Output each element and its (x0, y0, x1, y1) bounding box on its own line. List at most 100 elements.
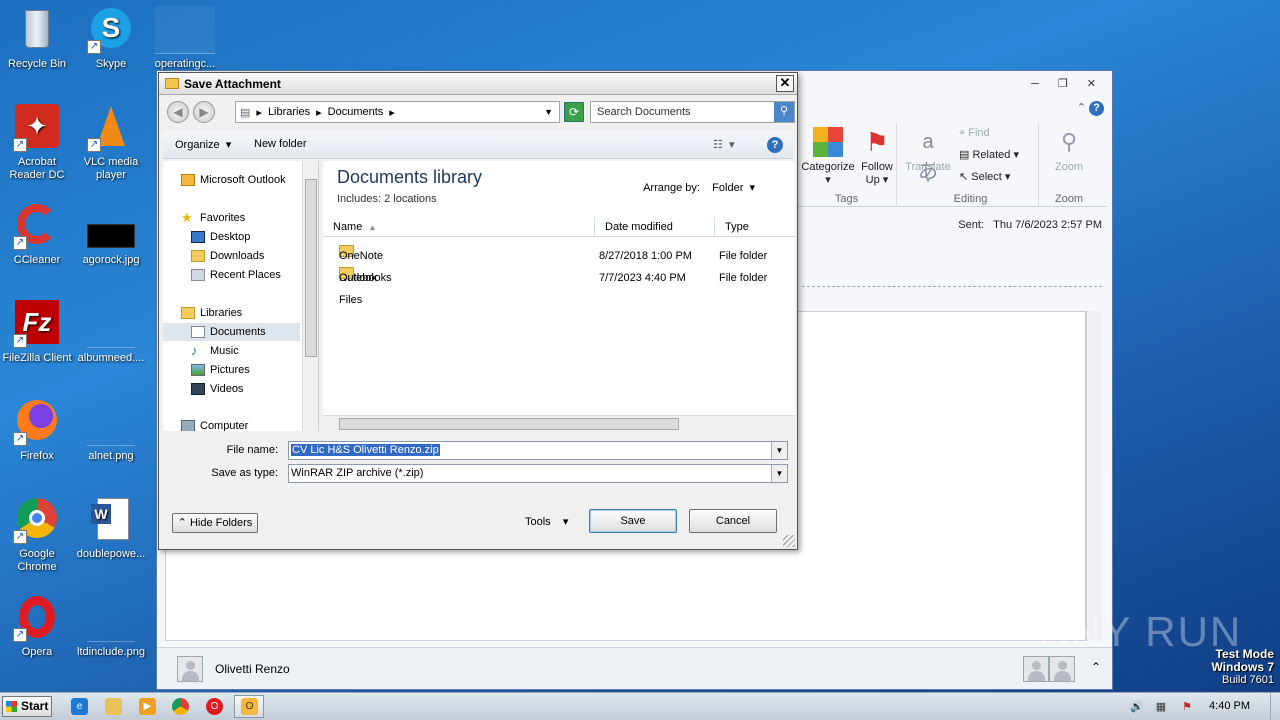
nav-videos[interactable]: Videos (191, 380, 300, 398)
chevron-down-icon[interactable]: ▼ (771, 442, 787, 459)
desktop-icon-agorock[interactable]: agorock.jpg (74, 202, 148, 267)
avatar (1023, 656, 1049, 682)
save-type-select[interactable]: WinRAR ZIP archive (*.zip) ▼ (288, 464, 788, 483)
ribbon-collapse-icon[interactable]: ⌃ ? (1077, 101, 1104, 116)
translate-button[interactable]: aあ Translate ▾ (903, 127, 953, 187)
nav-computer[interactable]: Computer (181, 417, 300, 431)
media-player-icon[interactable]: ▶ (139, 698, 156, 715)
message-scrollbar[interactable] (1086, 311, 1102, 641)
view-options-icon[interactable]: ☷ ▾ (713, 138, 735, 151)
people-pane: Olivetti Renzo ⌃ (157, 647, 1112, 689)
find-button[interactable]: ⌖ Find (959, 127, 990, 140)
library-subtitle[interactable]: Includes: 2 locations (337, 193, 437, 205)
address-bar[interactable]: ▤ ▸ Libraries ▸ Documents ▸ ▼ (235, 101, 560, 123)
desktop-icon-vlc[interactable]: ↗ VLC media player (74, 104, 148, 182)
table-row[interactable]: Outlook Files 7/7/2023 4:40 PM File fold… (323, 267, 795, 306)
follow-up-button[interactable]: ⚑ Follow Up ▾ (857, 127, 897, 187)
file-list-pane[interactable]: Documents library Includes: 2 locations … (323, 161, 795, 431)
zoom-button[interactable]: ⚲ Zoom (1043, 127, 1095, 174)
navigation-pane[interactable]: Microsoft Outlook ★ Favorites Desktop Dow… (163, 161, 319, 431)
help-icon[interactable]: ? (767, 137, 783, 153)
tools-menu[interactable]: Tools ▾ (525, 515, 568, 528)
dialog-title: Save Attachment (184, 76, 281, 91)
nav-music[interactable]: ♪ Music (191, 342, 300, 360)
column-date-modified[interactable]: Date modified (595, 217, 715, 237)
arrange-by[interactable]: Arrange by: Folder ▾ (643, 181, 755, 194)
desktop-icon-albumneed[interactable]: albumneed.... (74, 300, 148, 365)
recycle-bin-icon (13, 6, 61, 54)
chevron-down-icon[interactable]: ▼ (771, 465, 787, 482)
desktop-icon-alnet[interactable]: alnet.png (74, 398, 148, 463)
desktop-icon-acrobat[interactable]: ✦ ↗ Acrobat Reader DC (0, 104, 74, 182)
chrome-icon: ↗ (13, 496, 61, 544)
address-dropdown-icon[interactable]: ▼ (544, 107, 553, 117)
column-type[interactable]: Type (715, 217, 795, 237)
file-name-input[interactable]: CV Lic H&S Olivetti Renzo.zip ▼ (288, 441, 788, 460)
resize-grip[interactable] (783, 535, 795, 547)
refresh-button[interactable]: ⟳ (564, 102, 584, 122)
nav-pictures[interactable]: Pictures (191, 361, 300, 379)
new-folder-button[interactable]: New folder (254, 138, 307, 150)
envelope-icon (165, 78, 179, 89)
nav-desktop[interactable]: Desktop (191, 228, 300, 246)
desktop-icon-operatingc[interactable]: operatingc... (148, 6, 222, 71)
flag-icon[interactable]: ⚑ (1180, 700, 1194, 714)
opera-icon[interactable]: O (206, 698, 223, 715)
clock[interactable]: 4:40 PM (1209, 700, 1250, 712)
table-row[interactable]: OneNote Notebooks 8/27/2018 1:00 PM File… (323, 245, 795, 284)
arrange-by-value[interactable]: Folder (712, 182, 743, 194)
show-desktop-button[interactable] (1270, 693, 1280, 720)
desktop-icon-firefox[interactable]: ↗ Firefox (0, 398, 74, 463)
search-input[interactable]: Search Documents ⚲ (590, 101, 795, 123)
nav-scrollbar[interactable] (302, 161, 318, 431)
desktop-icon-ltdinclude[interactable]: ltdinclude.png (74, 594, 148, 659)
close-button[interactable]: ✕ (776, 75, 794, 92)
nav-downloads[interactable]: Downloads (191, 247, 300, 265)
desktop-icon-chrome[interactable]: ↗ Google Chrome (0, 496, 74, 574)
organize-button[interactable]: Organize ▾ (175, 138, 231, 151)
desktop-icon-recycle-bin[interactable]: Recycle Bin (0, 6, 74, 71)
file-name-label: File name: (226, 444, 278, 456)
nav-recent-places[interactable]: Recent Places (191, 266, 300, 284)
horizontal-scrollbar[interactable] (323, 415, 795, 431)
search-icon[interactable]: ⚲ (774, 102, 794, 122)
nav-documents[interactable]: Documents (163, 323, 300, 341)
network-icon[interactable]: ▦ (1154, 700, 1168, 714)
avatar (177, 656, 203, 682)
taskbar-outlook-button[interactable]: O (234, 695, 264, 718)
column-headers: Name ▲ Date modified Type (323, 217, 795, 237)
start-button[interactable]: Start (2, 696, 52, 717)
save-attachment-dialog[interactable]: Save Attachment ✕ ◀ ▶ ▤ ▸ Libraries ▸ Do… (158, 72, 798, 550)
column-name[interactable]: Name ▲ (323, 217, 595, 237)
nav-favorites[interactable]: ★ Favorites (181, 209, 300, 227)
ie-icon[interactable]: e (71, 698, 88, 715)
help-icon[interactable]: ? (1089, 101, 1104, 116)
select-button[interactable]: ↖ Select ▾ (959, 171, 1010, 184)
desktop-icon-skype[interactable]: S ↗ Skype (74, 6, 148, 71)
related-button[interactable]: ▤ Related ▾ (959, 149, 1019, 162)
chrome-icon[interactable] (172, 698, 189, 715)
desktop-icon-filezilla[interactable]: Fz ↗ FileZilla Client (0, 300, 74, 365)
explorer-icon[interactable] (105, 698, 122, 715)
desktop-icon-doublepowe[interactable]: W doublepowe... (74, 496, 148, 561)
nav-libraries[interactable]: Libraries (181, 304, 300, 322)
back-button[interactable]: ◀ (167, 101, 189, 123)
breadcrumb-libraries[interactable]: Libraries (268, 106, 310, 118)
hide-folders-button[interactable]: ⌃ Hide Folders (172, 513, 258, 533)
sender-name[interactable]: Olivetti Renzo (215, 662, 290, 676)
desktop-icon-opera[interactable]: ↗ Opera (0, 594, 74, 659)
volume-icon[interactable]: 🔊 (1130, 700, 1144, 714)
word-doc-icon: W (87, 496, 135, 544)
window-controls[interactable]: ─ ❐ ✕ (1031, 77, 1104, 90)
recent-places-icon (191, 269, 205, 282)
forward-button[interactable]: ▶ (193, 101, 215, 123)
desktop-icon-ccleaner[interactable]: ↗ CCleaner (0, 202, 74, 267)
nav-microsoft-outlook[interactable]: Microsoft Outlook (181, 171, 300, 189)
categorize-button[interactable]: Categorize ▾ (799, 127, 857, 187)
cancel-button[interactable]: Cancel (689, 509, 777, 533)
breadcrumb-documents[interactable]: Documents (328, 106, 384, 118)
save-button[interactable]: Save (589, 509, 677, 533)
pictures-icon (191, 364, 205, 377)
chevron-up-icon[interactable]: ⌃ (1091, 660, 1101, 674)
dialog-titlebar[interactable]: Save Attachment ✕ (159, 73, 797, 95)
